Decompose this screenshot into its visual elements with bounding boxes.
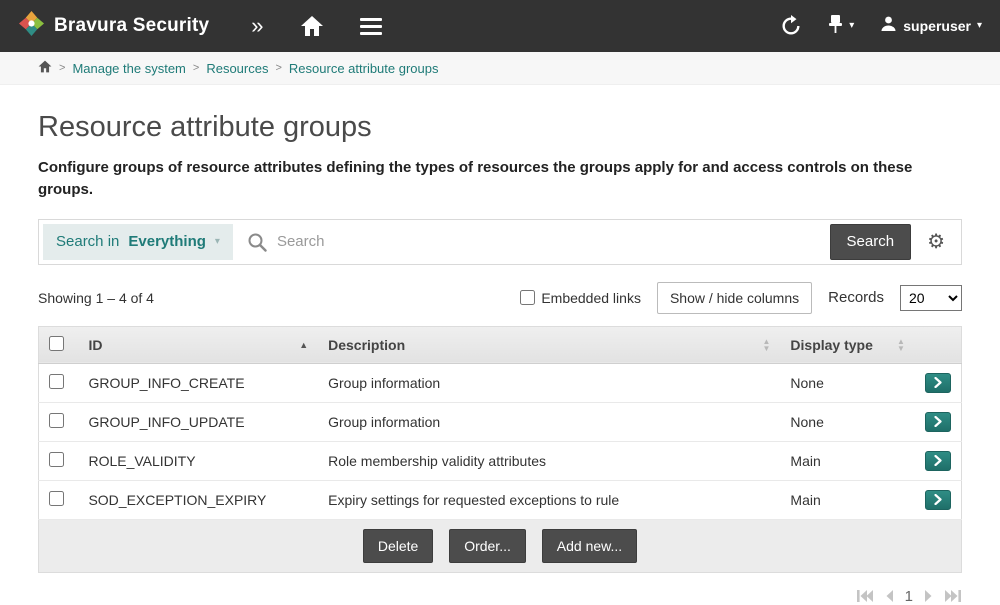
user-icon [880, 15, 897, 37]
caret-down-icon: ▾ [976, 20, 982, 31]
top-navbar: Bravura Security » ▾ superuser ▾ [0, 0, 1000, 52]
bravura-logo-icon [18, 10, 45, 42]
showing-count: Showing 1 – 4 of 4 [38, 289, 154, 306]
breadcrumb: > Manage the system > Resources > Resour… [0, 52, 1000, 85]
row-checkbox[interactable] [49, 490, 64, 506]
caret-down-icon: ▾ [849, 20, 855, 31]
row-open-button[interactable] [924, 450, 951, 471]
cell-display-type: Main [780, 441, 915, 481]
delete-button[interactable]: Delete [362, 528, 434, 563]
breadcrumb-item-resources[interactable]: Resources [206, 61, 268, 76]
pin-menu[interactable]: ▾ [828, 14, 854, 39]
breadcrumb-home-icon[interactable] [38, 60, 52, 76]
table-row: SOD_EXCEPTION_EXPIRY Expiry settings for… [38, 480, 962, 520]
row-open-button[interactable] [924, 489, 951, 510]
sort-icon: ▲ ▼ [762, 336, 771, 353]
embedded-links-checkbox[interactable] [520, 290, 536, 305]
current-page: 1 [904, 587, 913, 605]
table-footer-row: Delete Order... Add new... [38, 518, 962, 572]
table-header-row: ID ▲ Description ▲ ▼ Display type ▲ ▼ [38, 326, 962, 364]
search-scope-label: Search in [56, 233, 120, 250]
row-open-button[interactable] [924, 372, 951, 393]
cell-display-type: None [780, 402, 915, 442]
column-header-description[interactable]: Description ▲ ▼ [318, 326, 781, 364]
breadcrumb-item-manage-the-system[interactable]: Manage the system [72, 61, 185, 76]
next-page-icon[interactable] [924, 589, 933, 603]
cell-display-type: None [780, 363, 915, 403]
show-hide-columns-button[interactable]: Show / hide columns [656, 281, 813, 314]
cell-description: Group information [318, 363, 781, 403]
cell-id: SOD_EXCEPTION_EXPIRY [78, 480, 319, 520]
cell-description: Role membership validity attributes [318, 441, 781, 481]
table-row: ROLE_VALIDITY Role membership validity a… [38, 441, 962, 481]
search-bar: Search in Everything ▾ Search ⚙ [38, 218, 962, 265]
brand[interactable]: Bravura Security [18, 10, 209, 42]
breadcrumb-item-resource-attribute-groups[interactable]: Resource attribute groups [289, 61, 439, 76]
add-new-button[interactable]: Add new... [541, 528, 638, 563]
last-page-icon[interactable] [944, 589, 962, 603]
records-label: Records [828, 289, 884, 306]
column-header-id[interactable]: ID ▲ [78, 326, 319, 364]
sidebar-expand-icon[interactable]: » [251, 15, 263, 37]
search-input[interactable] [266, 233, 830, 250]
search-scope-value: Everything [128, 233, 206, 250]
pagination: 1 [38, 588, 962, 605]
sort-icon: ▲ ▼ [897, 336, 905, 353]
row-checkbox[interactable] [49, 451, 64, 467]
row-checkbox[interactable] [49, 412, 64, 428]
table-row: GROUP_INFO_CREATE Group information None [38, 363, 962, 403]
page-description: Configure groups of resource attributes … [38, 159, 913, 198]
gear-icon[interactable]: ⚙ [927, 232, 945, 252]
brand-name: Bravura Security [54, 15, 210, 36]
cell-id: GROUP_INFO_CREATE [78, 363, 319, 403]
username: superuser [903, 18, 971, 34]
page-title: Resource attribute groups [38, 111, 372, 143]
list-controls: Showing 1 – 4 of 4 Embedded links Show /… [38, 281, 962, 314]
row-open-button[interactable] [924, 411, 951, 432]
menu-icon[interactable] [359, 17, 382, 35]
cell-description: Group information [318, 402, 781, 442]
embedded-links-toggle[interactable]: Embedded links [520, 290, 641, 306]
search-button[interactable]: Search [829, 223, 912, 260]
user-menu[interactable]: superuser ▾ [880, 15, 982, 37]
caret-down-icon: ▾ [214, 235, 220, 247]
pin-icon [828, 14, 843, 39]
cell-description: Expiry settings for requested exceptions… [318, 480, 781, 520]
table-row: GROUP_INFO_UPDATE Group information None [38, 402, 962, 442]
refresh-icon[interactable] [780, 15, 802, 37]
order-button[interactable]: Order... [449, 528, 526, 563]
row-checkbox[interactable] [49, 373, 64, 389]
home-icon[interactable] [300, 15, 324, 37]
sort-asc-icon: ▲ [299, 339, 309, 350]
cell-id: ROLE_VALIDITY [78, 441, 319, 481]
search-icon [247, 232, 267, 252]
cell-display-type: Main [780, 480, 915, 520]
main-content: Resource attribute groups Configure grou… [0, 111, 1000, 605]
column-header-display-type[interactable]: Display type ▲ ▼ [780, 326, 915, 364]
search-scope-dropdown[interactable]: Search in Everything ▾ [43, 223, 233, 260]
prev-page-icon[interactable] [885, 589, 894, 603]
select-all-checkbox[interactable] [49, 335, 64, 351]
embedded-links-label: Embedded links [541, 289, 641, 306]
first-page-icon[interactable] [856, 589, 874, 603]
cell-id: GROUP_INFO_UPDATE [78, 402, 319, 442]
records-select[interactable]: 20 [900, 284, 962, 311]
resource-attribute-groups-table: ID ▲ Description ▲ ▼ Display type ▲ ▼ GR… [38, 325, 962, 573]
